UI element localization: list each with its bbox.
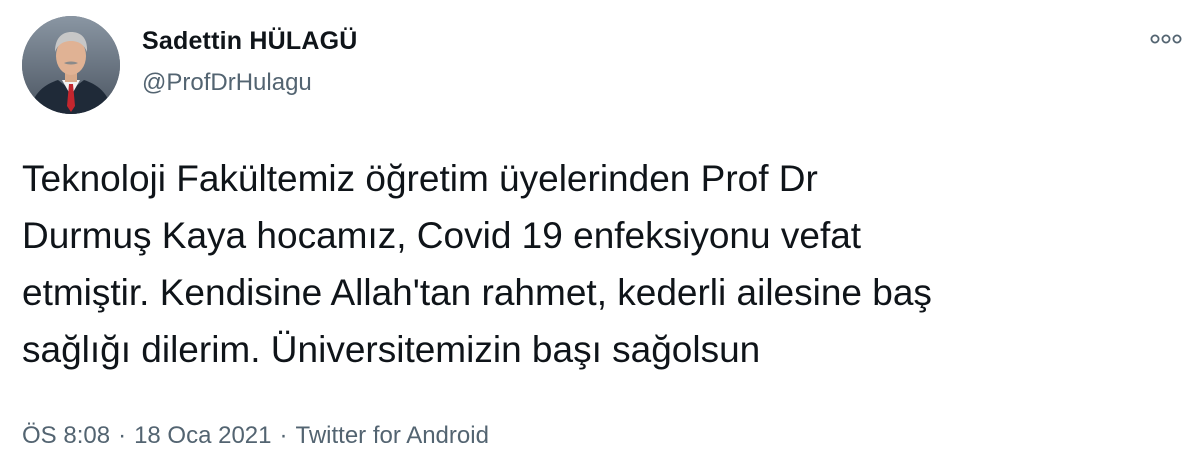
- avatar[interactable]: [22, 16, 120, 114]
- meta-separator: ·: [279, 422, 288, 449]
- avatar-photo: [22, 16, 120, 114]
- tweet-date-link[interactable]: 18 Oca 2021: [134, 422, 271, 449]
- tweet-text: Teknoloji Fakültemiz öğretim üyelerinden…: [22, 150, 1182, 378]
- tweet-time-link[interactable]: ÖS 8:08: [22, 422, 110, 449]
- tweet-text-line: Durmuş Kaya hocamız, Covid 19 enfeksiyon…: [22, 215, 862, 256]
- author-name[interactable]: Sadettin HÜLAGÜ: [142, 27, 358, 56]
- author-handle[interactable]: @ProfDrHulagu: [142, 69, 312, 97]
- more-options-button[interactable]: [1146, 24, 1186, 54]
- tweet-card: Sadettin HÜLAGÜ @ProfDrHulagu Teknoloji …: [0, 0, 1200, 472]
- tweet-text-line: sağlığı dilerim. Üniversitemizin başı sa…: [22, 329, 761, 370]
- tweet-text-line: etmiştir. Kendisine Allah'tan rahmet, ke…: [22, 272, 932, 313]
- tweet-source-link[interactable]: Twitter for Android: [296, 422, 489, 449]
- tweet-meta: ÖS 8:08 · 18 Oca 2021 · Twitter for Android: [22, 422, 489, 450]
- meta-separator: ·: [118, 422, 127, 449]
- tweet-text-line: Teknoloji Fakültemiz öğretim üyelerinden…: [22, 158, 818, 199]
- more-options-icon: [1150, 34, 1182, 44]
